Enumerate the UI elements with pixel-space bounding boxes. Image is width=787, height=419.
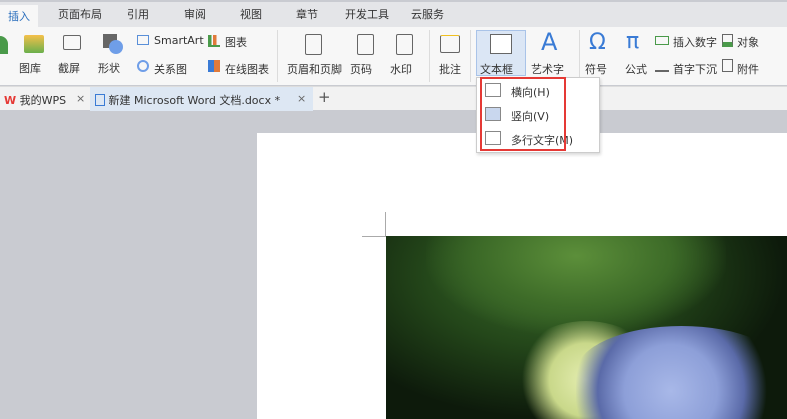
- textbox-icon: [490, 34, 512, 54]
- tab-page-layout[interactable]: 页面布局: [58, 6, 102, 22]
- divider: [579, 30, 580, 82]
- hydrangea-photo[interactable]: [386, 236, 787, 419]
- highlight-box: [480, 77, 566, 151]
- screenshot-icon[interactable]: [63, 35, 81, 50]
- smartart-button[interactable]: SmartArt: [154, 34, 204, 47]
- wordart-button[interactable]: 艺术字: [531, 61, 564, 77]
- tab-label: 新建 Microsoft Word 文档.docx *: [108, 94, 281, 107]
- tab-chapter[interactable]: 章节: [296, 6, 318, 22]
- symbol-button[interactable]: 符号: [585, 61, 607, 77]
- tab-label: 我的WPS: [19, 94, 67, 107]
- object-icon: [722, 34, 733, 47]
- drop-cap-icon: [655, 60, 669, 72]
- gallery-button[interactable]: 图库: [19, 60, 41, 76]
- screenshot-button[interactable]: 截屏: [58, 60, 80, 76]
- shapes-circle-icon: [109, 40, 123, 54]
- chart-icon: [208, 35, 220, 47]
- smartart-icon: [137, 35, 149, 45]
- margin-mark: [362, 236, 386, 237]
- chart-button[interactable]: 图表: [225, 34, 247, 50]
- menu-tab-bar: 插入 页面布局 引用 审阅 视图 章节 开发工具 云服务: [0, 0, 787, 29]
- textbox-label: 文本框: [480, 63, 513, 76]
- tab-cloud[interactable]: 云服务: [411, 6, 444, 22]
- relation-icon: [137, 60, 149, 72]
- comment-icon[interactable]: [440, 35, 460, 53]
- divider: [429, 30, 430, 82]
- close-icon[interactable]: ×: [76, 92, 85, 105]
- new-tab-button[interactable]: +: [318, 87, 331, 111]
- tab-document[interactable]: 新建 Microsoft Word 文档.docx * ×: [90, 87, 313, 111]
- word-doc-icon: [95, 94, 105, 106]
- online-chart-button[interactable]: 在线图表: [225, 61, 269, 77]
- tab-my-wps[interactable]: W 我的WPS ×: [0, 87, 88, 111]
- formula-button[interactable]: 公式: [625, 61, 647, 77]
- symbol-icon[interactable]: Ω: [589, 30, 606, 56]
- formula-icon[interactable]: π: [626, 29, 639, 55]
- wordart-icon[interactable]: A: [541, 28, 557, 56]
- divider: [470, 30, 471, 82]
- relation-chart-button[interactable]: 关系图: [154, 61, 187, 77]
- attachment-button[interactable]: 附件: [737, 61, 759, 77]
- header-footer-button[interactable]: 页眉和页脚: [287, 61, 342, 77]
- tab-view[interactable]: 视图: [240, 6, 262, 22]
- comment-button[interactable]: 批注: [439, 61, 461, 77]
- object-button[interactable]: 对象: [737, 34, 759, 50]
- tab-developer[interactable]: 开发工具: [345, 6, 389, 22]
- drop-cap-button[interactable]: 首字下沉: [673, 61, 717, 77]
- tab-references[interactable]: 引用: [127, 6, 149, 22]
- insert-number-button[interactable]: 插入数字: [673, 34, 717, 50]
- insert-number-icon: [655, 36, 669, 45]
- wps-logo-icon: W: [4, 94, 17, 107]
- flower: [576, 326, 787, 419]
- online-chart-icon: [208, 60, 220, 72]
- page-number-icon[interactable]: [357, 34, 374, 55]
- header-footer-icon[interactable]: [305, 34, 322, 55]
- close-icon[interactable]: ×: [297, 92, 306, 105]
- gallery-icon[interactable]: [24, 35, 44, 53]
- tab-review[interactable]: 审阅: [184, 6, 206, 22]
- margin-mark: [385, 212, 386, 236]
- watermark-icon[interactable]: [396, 34, 413, 55]
- document-tab-bar: W 我的WPS × 新建 Microsoft Word 文档.docx * × …: [0, 86, 787, 111]
- attachment-icon: [722, 59, 733, 72]
- divider: [277, 30, 278, 82]
- watermark-button[interactable]: 水印: [390, 61, 412, 77]
- shapes-button[interactable]: 形状: [98, 60, 120, 76]
- tab-insert[interactable]: 插入: [0, 5, 38, 29]
- page-number-button[interactable]: 页码: [350, 61, 372, 77]
